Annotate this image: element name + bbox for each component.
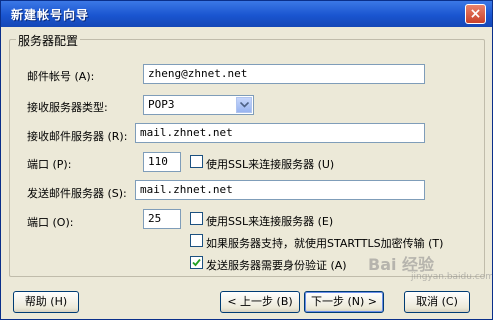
incoming-ssl-label[interactable]: 使用SSL来连接服务器 (U) [206, 156, 334, 172]
incoming-ssl-checkbox[interactable] [190, 155, 203, 168]
incoming-port-input[interactable]: 110 [143, 152, 181, 172]
checkmark-icon [192, 258, 201, 267]
watermark-url: jingyan.baidu.com [411, 272, 493, 282]
group-title: 服务器配置 [16, 32, 81, 49]
incoming-port-label: 端口 (P): [27, 158, 72, 171]
email-account-label: 邮件帐号 (A): [27, 70, 95, 83]
cancel-button[interactable]: 取消 (C) [404, 291, 470, 313]
server-type-label: 接收服务器类型: [27, 101, 108, 114]
starttls-label[interactable]: 如果服务器支持，就使用STARTTLS加密传输 (T) [206, 235, 443, 251]
email-account-input[interactable]: zheng@zhnet.net [143, 64, 425, 84]
incoming-server-input[interactable]: mail.zhnet.net [135, 123, 425, 143]
window-title: 新建帐号向导 [11, 8, 90, 22]
close-button[interactable]: × [465, 4, 486, 24]
outgoing-server-input[interactable]: mail.zhnet.net [135, 180, 425, 200]
close-icon: × [469, 6, 482, 22]
chevron-down-icon [240, 102, 249, 108]
outgoing-ssl-checkbox[interactable] [190, 212, 203, 225]
auth-checkbox[interactable] [190, 256, 203, 269]
starttls-checkbox[interactable] [190, 234, 203, 247]
server-type-value: POP3 [148, 98, 175, 111]
title-bar[interactable]: 新建帐号向导 × [1, 1, 492, 27]
incoming-server-label: 接收邮件服务器 (R): [27, 130, 128, 143]
outgoing-server-label: 发送邮件服务器 (S): [27, 187, 127, 200]
outgoing-port-input[interactable]: 25 [143, 209, 181, 229]
server-type-dropdown-button[interactable] [236, 97, 252, 113]
outgoing-port-label: 端口 (O): [27, 216, 74, 229]
help-button[interactable]: 帮助 (H) [13, 291, 79, 313]
server-type-select[interactable]: POP3 [143, 95, 254, 115]
back-button[interactable]: < 上一步 (B) [220, 291, 300, 313]
outgoing-ssl-label[interactable]: 使用SSL来连接服务器 (E) [206, 213, 333, 229]
auth-label[interactable]: 发送服务器需要身份验证 (A) [206, 257, 347, 273]
new-account-wizard-dialog: 新建帐号向导 × 服务器配置 邮件帐号 (A): zheng@zhnet.net… [0, 0, 493, 320]
next-button[interactable]: 下一步 (N) > [304, 291, 384, 313]
